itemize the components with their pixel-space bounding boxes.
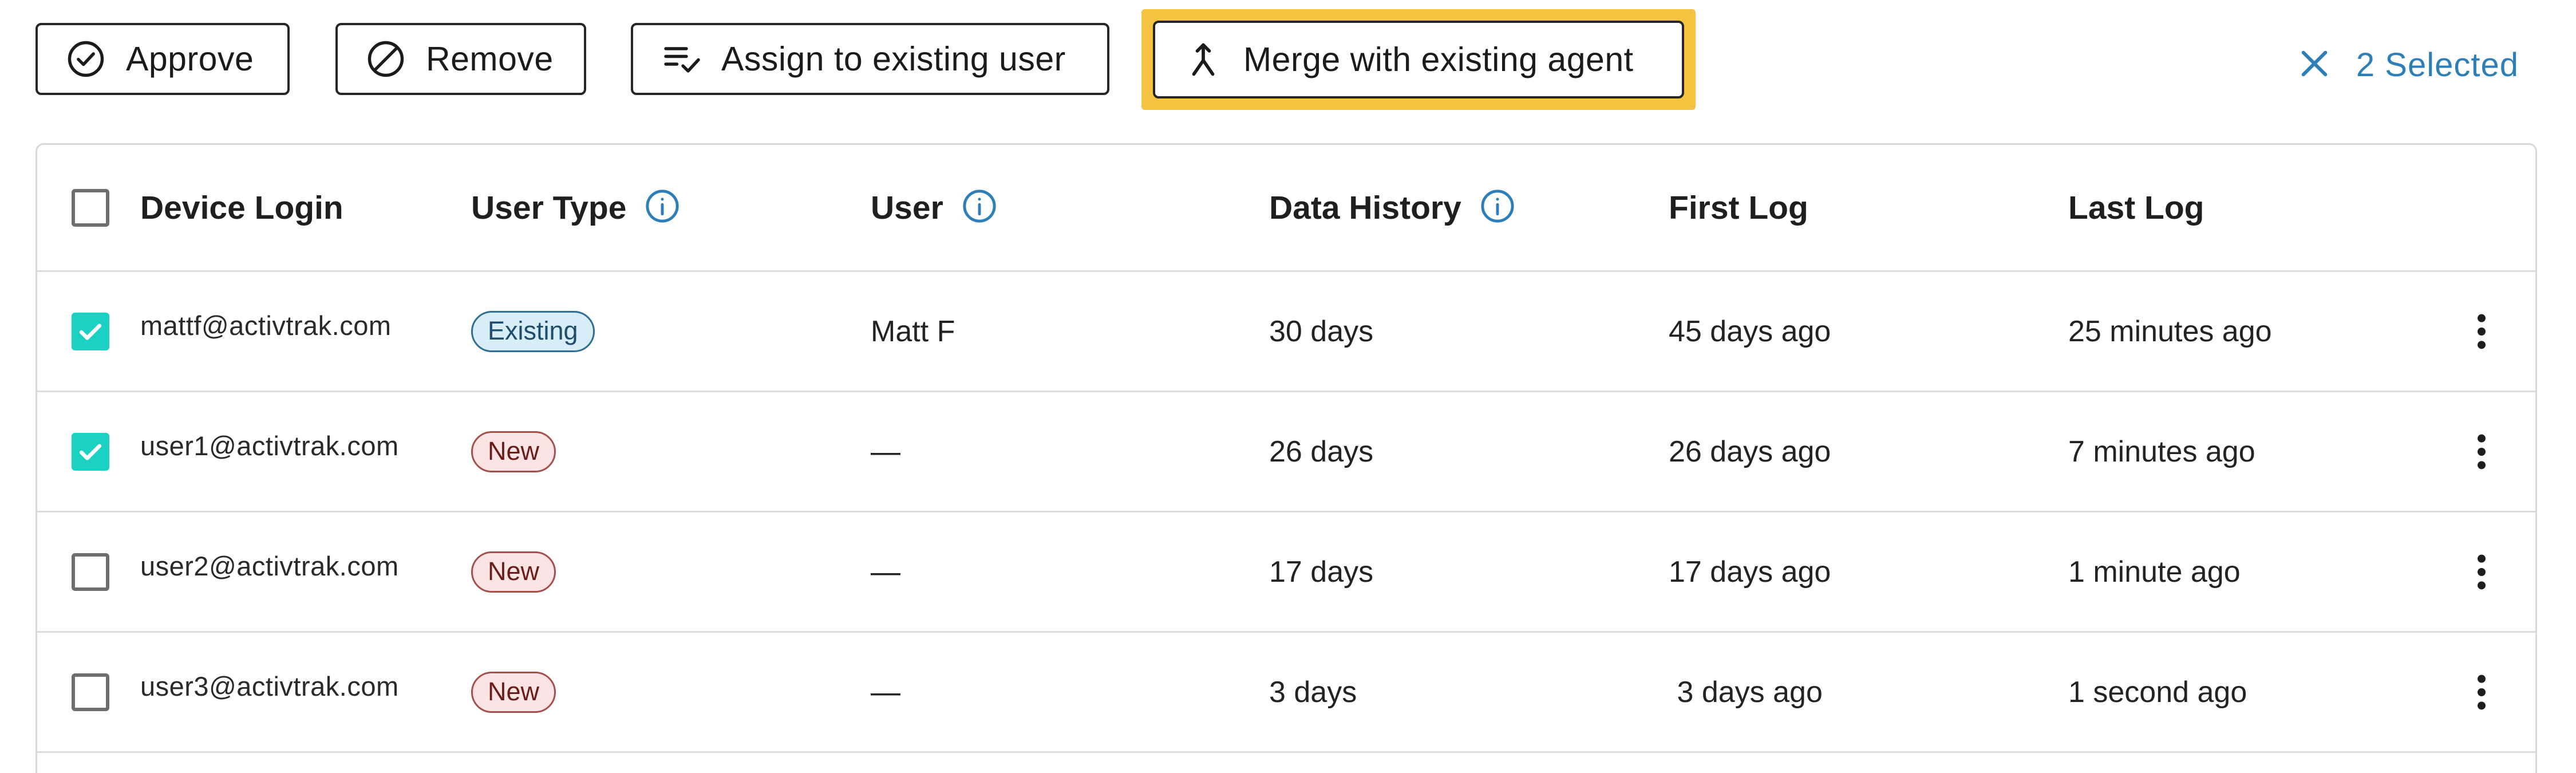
more-vertical-icon[interactable] (2464, 669, 2499, 715)
bulk-action-toolbar: Approve Remove Assign to existing user M… (0, 0, 2576, 132)
device-login: mattf@activtrak.com (140, 310, 392, 341)
last-log: 1 second ago (2068, 675, 2247, 709)
table-row[interactable]: user2@activtrak.com New — 17 days 17 day… (37, 512, 2535, 633)
table-row[interactable]: mattf@activtrak.com Existing Matt F 30 d… (37, 272, 2535, 392)
device-login: user2@activtrak.com (140, 551, 399, 581)
merge-arrow-icon (1183, 39, 1224, 80)
first-log: 26 days ago (1669, 435, 1831, 468)
column-header-last-log[interactable]: Last Log (2068, 189, 2204, 227)
user-name: — (871, 675, 900, 709)
table-row[interactable]: user1@activtrak.com New — 26 days 26 day… (37, 392, 2535, 512)
merge-with-existing-agent-button[interactable]: Merge with existing agent (1153, 21, 1684, 98)
block-icon (365, 38, 406, 80)
last-log: 25 minutes ago (2068, 314, 2272, 348)
row-checkbox[interactable] (72, 553, 109, 591)
last-log: 1 minute ago (2068, 555, 2241, 589)
select-all-checkbox[interactable] (72, 188, 109, 227)
row-checkbox[interactable] (72, 432, 109, 471)
data-history: 26 days (1269, 435, 1374, 468)
column-header-first-log[interactable]: First Log (1669, 189, 1808, 227)
table-header-row: Device Login User Type User Data History… (37, 145, 2535, 272)
info-icon[interactable] (1479, 187, 1516, 228)
assign-to-existing-user-button[interactable]: Assign to existing user (631, 23, 1109, 95)
selected-count: 2 Selected (2356, 46, 2519, 84)
check-circle-icon (65, 38, 106, 80)
device-login: user3@activtrak.com (140, 671, 399, 701)
close-icon[interactable] (2296, 45, 2333, 85)
device-table: Device Login User Type User Data History… (35, 143, 2537, 773)
data-history: 3 days (1269, 675, 1357, 709)
first-log: 3 days ago (1669, 675, 1823, 709)
column-header-user-type[interactable]: User Type (471, 189, 626, 227)
first-log: 17 days ago (1669, 555, 1831, 589)
more-vertical-icon[interactable] (2464, 429, 2499, 475)
data-history: 17 days (1269, 555, 1374, 589)
playlist-check-icon (661, 38, 702, 80)
approve-button-label: Approve (126, 40, 254, 78)
user-name: — (871, 435, 900, 468)
more-vertical-icon[interactable] (2464, 309, 2499, 354)
info-icon[interactable] (961, 187, 998, 228)
row-checkbox[interactable] (72, 673, 109, 711)
column-header-device-login[interactable]: Device Login (140, 189, 343, 227)
column-header-data-history[interactable]: Data History (1269, 189, 1461, 227)
merge-button-label: Merge with existing agent (1243, 41, 1634, 78)
column-header-user[interactable]: User (871, 189, 943, 227)
remove-button[interactable]: Remove (335, 23, 586, 95)
device-login: user1@activtrak.com (140, 431, 399, 461)
info-icon[interactable] (643, 187, 681, 228)
data-history: 30 days (1269, 314, 1374, 348)
more-vertical-icon[interactable] (2464, 549, 2499, 595)
user-type-badge: Existing (471, 310, 595, 352)
last-log: 7 minutes ago (2068, 435, 2255, 468)
approve-button[interactable]: Approve (35, 23, 290, 95)
clear-selection-control[interactable]: 2 Selected (2296, 45, 2519, 85)
user-name: — (871, 555, 900, 589)
row-checkbox[interactable] (72, 312, 109, 350)
user-type-badge: New (471, 671, 556, 713)
remove-button-label: Remove (426, 40, 554, 78)
user-type-badge: New (471, 551, 556, 593)
first-log: 45 days ago (1669, 314, 1831, 348)
user-type-badge: New (471, 431, 556, 472)
table-row[interactable]: user3@activtrak.com New — 3 days 3 days … (37, 633, 2535, 753)
assign-button-label: Assign to existing user (721, 40, 1066, 78)
user-name: Matt F (871, 314, 955, 348)
